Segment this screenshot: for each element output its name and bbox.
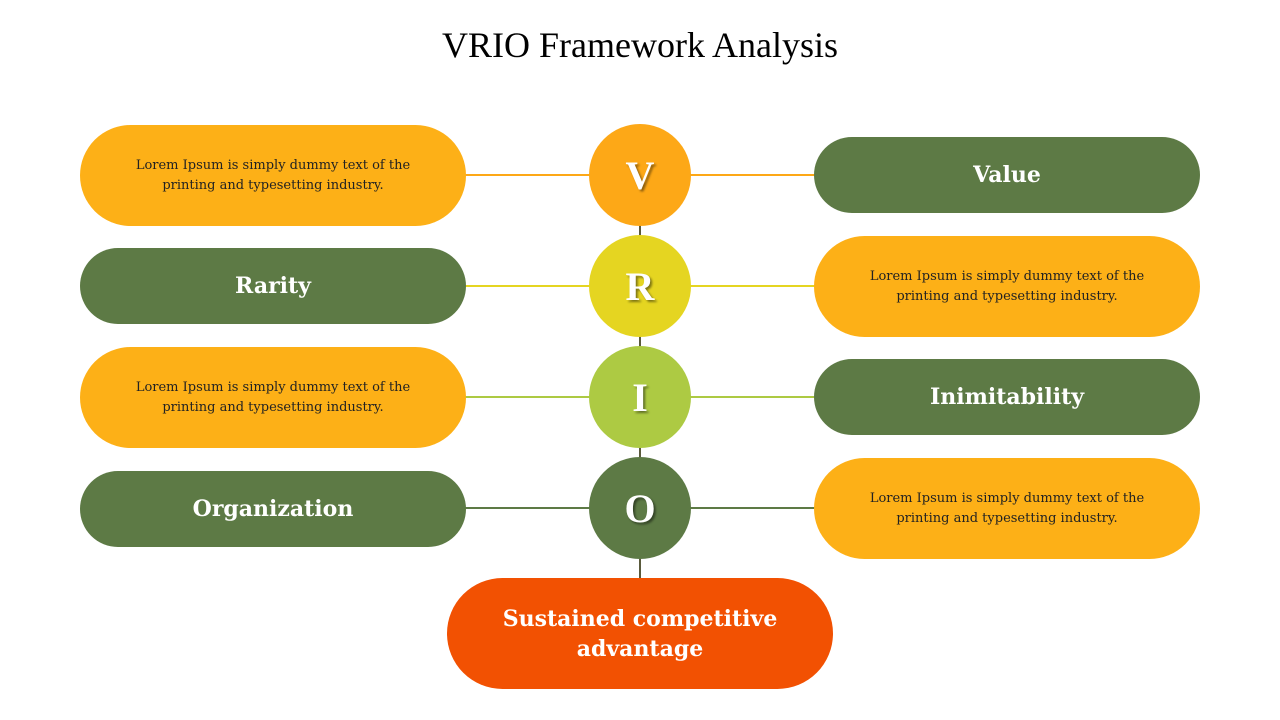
r-circle: R: [589, 235, 691, 337]
o-circle: O: [589, 457, 691, 559]
v-letter: V: [625, 152, 655, 198]
inimitability-label: Inimitability: [929, 384, 1085, 410]
inimitability-description-text: Lorem Ipsum is simply dummy text of the …: [135, 379, 411, 415]
v-circle: V: [589, 124, 691, 226]
connector-r-right: [690, 285, 820, 287]
rarity-description-text: Lorem Ipsum is simply dummy text of the …: [869, 268, 1145, 304]
connector-v-left: [465, 174, 595, 176]
i-letter: I: [632, 374, 648, 420]
inimitability-label-pill: Inimitability: [814, 359, 1200, 435]
connector-r-left: [465, 285, 595, 287]
value-label-pill: Value: [814, 137, 1200, 213]
rarity-label: Rarity: [235, 273, 311, 299]
connector-i-left: [465, 396, 595, 398]
organization-description-text: Lorem Ipsum is simply dummy text of the …: [869, 490, 1145, 526]
connector-v-right: [690, 174, 820, 176]
value-label: Value: [973, 162, 1041, 188]
connector-o-right: [690, 507, 820, 509]
inimitability-description-pill: Lorem Ipsum is simply dummy text of the …: [80, 347, 466, 448]
outcome-pill: Sustained competitive advantage: [447, 578, 833, 689]
organization-label-pill: Organization: [80, 471, 466, 547]
r-letter: R: [625, 263, 655, 309]
organization-label: Organization: [192, 496, 354, 522]
o-letter: O: [624, 485, 656, 531]
organization-description-pill: Lorem Ipsum is simply dummy text of the …: [814, 458, 1200, 559]
value-description-pill: Lorem Ipsum is simply dummy text of the …: [80, 125, 466, 226]
rarity-label-pill: Rarity: [80, 248, 466, 324]
outcome-text: Sustained competitive advantage: [502, 605, 778, 662]
connector-i-right: [690, 396, 820, 398]
connector-o-left: [465, 507, 595, 509]
rarity-description-pill: Lorem Ipsum is simply dummy text of the …: [814, 236, 1200, 337]
value-description-text: Lorem Ipsum is simply dummy text of the …: [135, 157, 411, 193]
i-circle: I: [589, 346, 691, 448]
slide-title: VRIO Framework Analysis: [442, 25, 838, 65]
